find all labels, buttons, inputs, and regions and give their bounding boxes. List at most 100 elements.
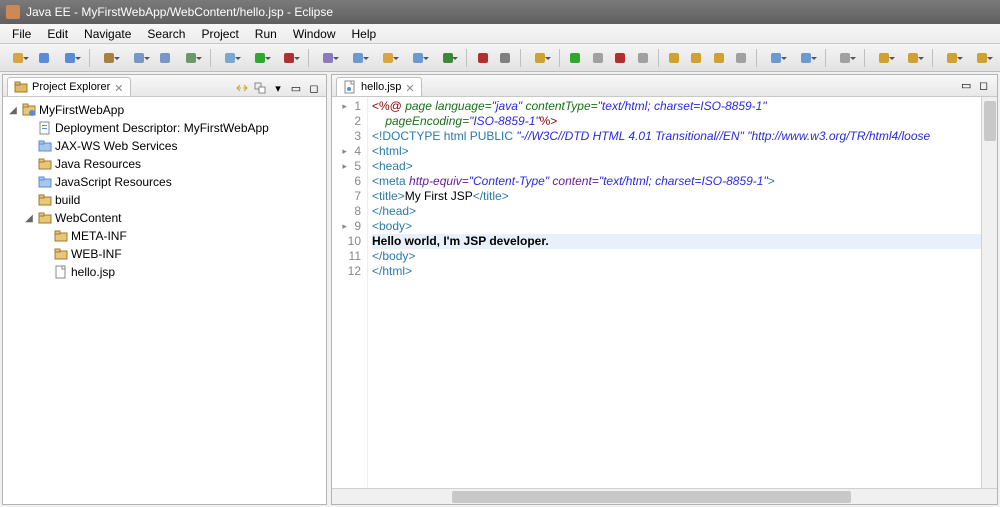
disconnect-button[interactable] [632, 47, 652, 69]
tree-node[interactable]: ◢MyFirstWebApp [5, 101, 324, 119]
window-titlebar[interactable]: Java EE - MyFirstWebApp/WebContent/hello… [0, 0, 1000, 24]
annotation-button[interactable] [831, 47, 859, 69]
terminate-button[interactable] [472, 47, 492, 69]
tab-project-explorer[interactable]: Project Explorer ✕ [7, 77, 131, 96]
next-ann-button[interactable] [870, 47, 898, 69]
horizontal-scrollbar[interactable] [332, 488, 997, 504]
code-line[interactable]: <%@ page language="java" contentType="te… [372, 99, 993, 114]
menu-search[interactable]: Search [139, 25, 193, 43]
minimize-view-button[interactable]: ▭ [288, 80, 304, 96]
hammer-button[interactable] [125, 47, 153, 69]
code-line[interactable]: <html> [372, 144, 993, 159]
line-number[interactable]: 5 [332, 159, 361, 174]
project-tree[interactable]: ◢MyFirstWebAppDeployment Descriptor: MyF… [3, 97, 326, 504]
deploy-button[interactable] [177, 47, 205, 69]
line-number[interactable]: 9 [332, 219, 361, 234]
vertical-scrollbar[interactable] [981, 97, 997, 488]
open-type-button[interactable] [762, 47, 790, 69]
line-number[interactable]: 4 [332, 144, 361, 159]
package-button[interactable] [404, 47, 432, 69]
step-return-button[interactable] [709, 47, 729, 69]
line-number[interactable]: 8 [332, 204, 361, 219]
code-line[interactable]: <head> [372, 159, 993, 174]
code-line[interactable]: pageEncoding="ISO-8859-1"%> [372, 114, 993, 129]
forward-button[interactable] [968, 47, 996, 69]
tree-node[interactable]: JAX-WS Web Services [21, 137, 324, 155]
tree-node[interactable]: build [21, 191, 324, 209]
line-number[interactable]: 7 [332, 189, 361, 204]
code-line[interactable]: </html> [372, 264, 993, 279]
collapse-icon[interactable]: ◢ [23, 213, 35, 224]
step-into-button[interactable] [664, 47, 684, 69]
new-button[interactable] [4, 47, 32, 69]
code-line[interactable]: <meta http-equiv="Content-Type" content=… [372, 174, 993, 189]
tree-node[interactable]: JavaScript Resources [21, 173, 324, 191]
scrollbar-thumb[interactable] [984, 101, 996, 141]
line-number[interactable]: 10 [332, 234, 361, 249]
prev-ann-button[interactable] [900, 47, 928, 69]
menu-navigate[interactable]: Navigate [76, 25, 139, 43]
line-gutter[interactable]: 123456789101112 [332, 97, 368, 488]
tree-node[interactable]: WEB-INF [37, 245, 324, 263]
close-icon[interactable]: ✕ [114, 82, 124, 92]
code-line[interactable]: <body> [372, 219, 993, 234]
line-number[interactable]: 6 [332, 174, 361, 189]
new-server-button[interactable] [314, 47, 342, 69]
resume-button[interactable] [565, 47, 585, 69]
code-line[interactable]: </body> [372, 249, 993, 264]
suspend-button[interactable] [587, 47, 607, 69]
drop-frame-button[interactable] [731, 47, 751, 69]
line-number[interactable]: 1 [332, 99, 361, 114]
tree-node[interactable]: hello.jsp [37, 263, 324, 281]
code-token: <title> [372, 189, 405, 203]
code-line[interactable]: <title>My First JSP</title> [372, 189, 993, 204]
build-button[interactable] [95, 47, 123, 69]
view-menu-button[interactable]: ▾ [270, 80, 286, 96]
stop-button[interactable] [610, 47, 630, 69]
class-button[interactable] [434, 47, 462, 69]
code-token: <%@ [372, 99, 405, 113]
run-ext-button[interactable] [276, 47, 304, 69]
menu-edit[interactable]: Edit [39, 25, 76, 43]
search-button[interactable] [526, 47, 554, 69]
link-editor-button[interactable] [234, 80, 250, 96]
folder-button[interactable] [374, 47, 402, 69]
code-line[interactable]: <!DOCTYPE html PUBLIC "-//W3C//DTD HTML … [372, 129, 993, 144]
menu-help[interactable]: Help [344, 25, 385, 43]
step-over-button[interactable] [686, 47, 706, 69]
line-number[interactable]: 3 [332, 129, 361, 144]
line-number[interactable]: 12 [332, 264, 361, 279]
save-button[interactable] [34, 47, 54, 69]
wrench-button[interactable] [155, 47, 175, 69]
code-area[interactable]: <%@ page language="java" contentType="te… [368, 97, 997, 488]
line-number[interactable]: 11 [332, 249, 361, 264]
collapse-all-button[interactable] [252, 80, 268, 96]
tree-node[interactable]: META-INF [37, 227, 324, 245]
open-task-button[interactable] [792, 47, 820, 69]
maximize-editor-button[interactable]: ◻ [979, 79, 993, 93]
menu-run[interactable]: Run [247, 25, 285, 43]
line-number[interactable]: 2 [332, 114, 361, 129]
menu-window[interactable]: Window [285, 25, 344, 43]
debug-button[interactable] [216, 47, 244, 69]
menu-project[interactable]: Project [193, 25, 246, 43]
tree-node[interactable]: Deployment Descriptor: MyFirstWebApp [21, 119, 324, 137]
code-line[interactable]: Hello world, I'm JSP developer. [372, 234, 993, 249]
collapse-icon[interactable]: ◢ [7, 105, 19, 116]
back-button[interactable] [938, 47, 966, 69]
minimize-editor-button[interactable]: ▭ [961, 79, 975, 93]
tree-node[interactable]: Java Resources [21, 155, 324, 173]
format-button[interactable] [495, 47, 515, 69]
run-button[interactable] [246, 47, 274, 69]
code-token: </html> [372, 264, 412, 278]
close-icon[interactable]: ✕ [405, 82, 415, 92]
scrollbar-thumb[interactable] [452, 491, 851, 503]
servers-button[interactable] [344, 47, 372, 69]
code-line[interactable]: </head> [372, 204, 993, 219]
maximize-view-button[interactable]: ◻ [306, 80, 322, 96]
save-all-button[interactable] [56, 47, 84, 69]
editor-body[interactable]: 123456789101112 <%@ page language="java"… [332, 97, 997, 488]
menu-file[interactable]: File [4, 25, 39, 43]
tree-node[interactable]: ◢WebContent [21, 209, 324, 227]
tab-hello-jsp[interactable]: hello.jsp ✕ [336, 77, 422, 96]
